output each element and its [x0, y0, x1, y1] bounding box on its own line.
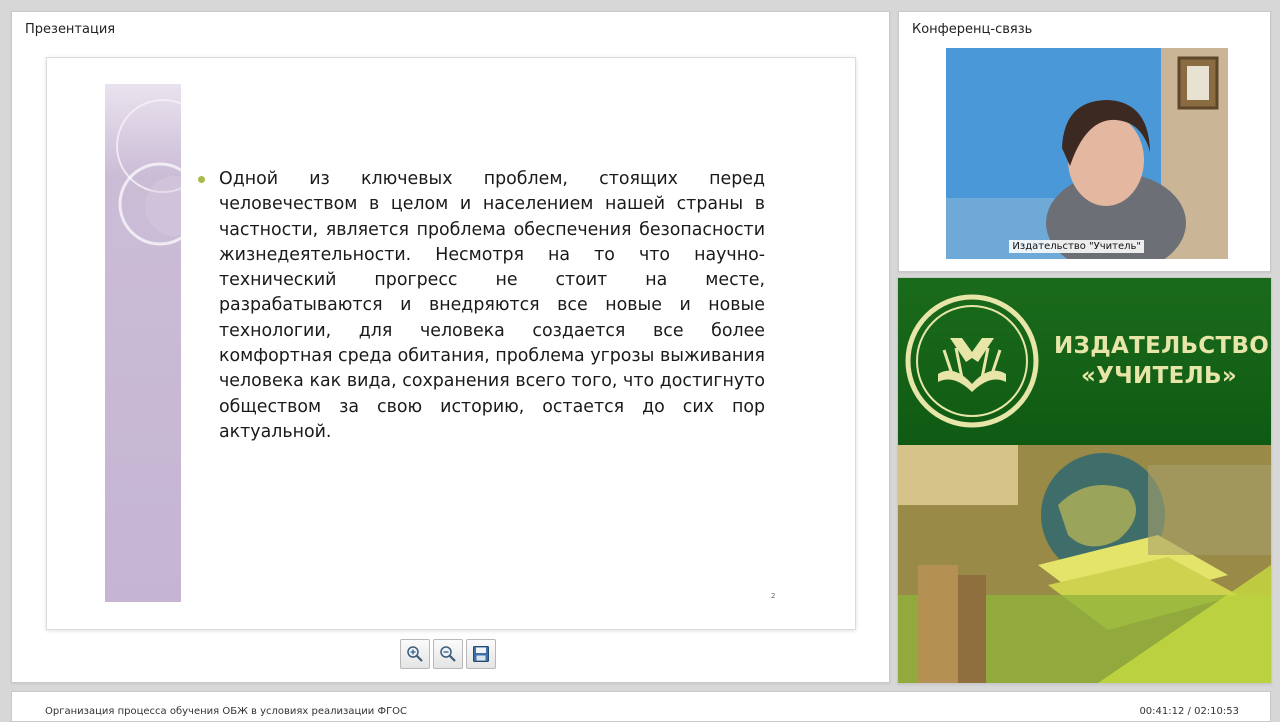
bullet-dot: [198, 176, 205, 183]
status-bar: Организация процесса обучения ОБЖ в усло…: [11, 691, 1271, 722]
zoom-in-button[interactable]: [400, 639, 430, 669]
slide: Одной из ключевых проблем, стоящих перед…: [46, 57, 856, 630]
camera-label: Издательство "Учитель": [1009, 240, 1144, 253]
brand-header: ИЗДАТЕЛЬСТВО «УЧИТЕЛЬ»: [898, 278, 1271, 445]
slide-decor-bar: [105, 84, 181, 602]
zoom-in-icon: [407, 646, 423, 662]
presentation-panel: Презентация Одной из ключевых проблем, с…: [11, 11, 890, 683]
conference-title: Конференц-связь: [912, 22, 1033, 37]
brand-books-image: [898, 445, 1271, 683]
brand-name-line1: ИЗДАТЕЛЬСТВО: [1054, 333, 1270, 359]
conference-panel: Конференц-связь Издательство "Учитель": [898, 11, 1271, 272]
course-title: Организация процесса обучения ОБЖ в усло…: [45, 706, 408, 717]
presentation-title: Презентация: [25, 22, 116, 37]
presentation-toolbar: [400, 639, 496, 669]
camera-video[interactable]: Издательство "Учитель": [946, 48, 1228, 259]
slide-page-number: 2: [771, 592, 776, 600]
playback-time: 00:41:12 / 02:10:53: [1139, 706, 1239, 717]
brand-panel: ИЗДАТЕЛЬСТВО «УЧИТЕЛЬ»: [897, 277, 1272, 684]
slide-body-text: Одной из ключевых проблем, стоящих перед…: [219, 169, 765, 442]
floppy-disk-icon: [473, 646, 489, 662]
zoom-out-icon: [440, 646, 456, 662]
save-button[interactable]: [466, 639, 496, 669]
brand-name: ИЗДАТЕЛЬСТВО «УЧИТЕЛЬ»: [1054, 331, 1270, 391]
zoom-out-button[interactable]: [433, 639, 463, 669]
publisher-logo-icon: [905, 294, 1039, 428]
brand-name-line2: «УЧИТЕЛЬ»: [1080, 363, 1238, 389]
